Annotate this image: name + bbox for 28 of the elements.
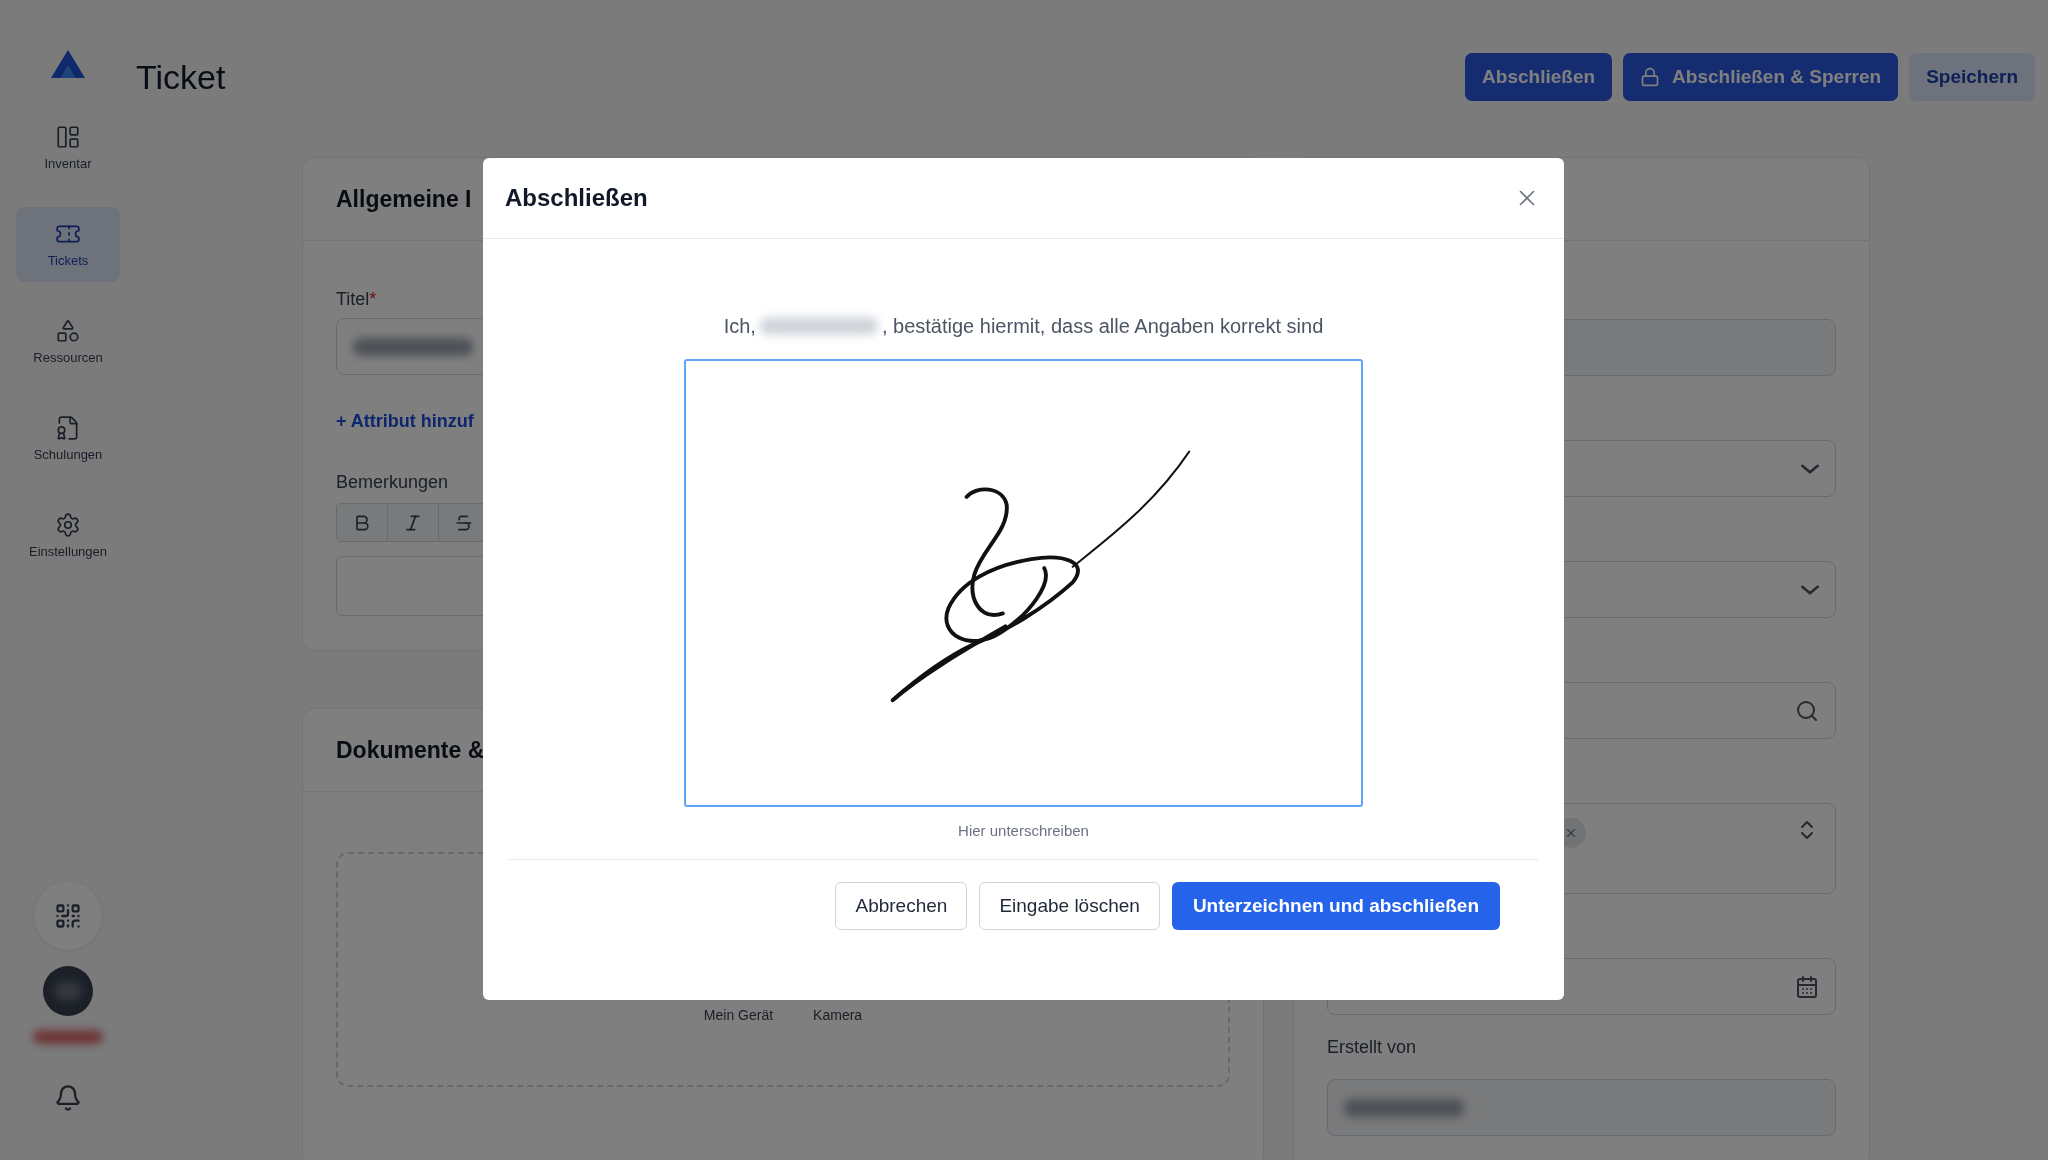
sidebar-label: Tickets — [47, 253, 89, 268]
statement-text: Ich, — [723, 314, 756, 338]
sign-button[interactable]: Unterzeichnen und abschließen — [1171, 882, 1500, 930]
signature-hint: Hier unterschreiben — [958, 822, 1089, 839]
field-label: Bemerkungen — [336, 472, 450, 493]
sidebar-label: Inventar — [44, 156, 92, 171]
dialog-button[interactable]: Abbrechen — [835, 882, 968, 930]
field-label: Erstellt von — [1327, 1036, 1417, 1058]
sidebar-item[interactable]: Inventar — [16, 110, 120, 185]
dialog-title: Abschließen — [505, 184, 648, 212]
sidebar-item[interactable]: Tickets — [16, 207, 120, 282]
upload-option[interactable]: Kamera — [813, 1007, 863, 1023]
card-title: Allgemeine I — [336, 185, 472, 213]
sidebar-item[interactable]: Ressourcen — [16, 304, 120, 379]
sidebar-label: Einstellungen — [28, 544, 108, 559]
card-title: Dokumente & — [336, 736, 485, 764]
dialog-button[interactable]: Eingabe löschen — [979, 882, 1160, 930]
sidebar-label: Schulungen — [33, 447, 103, 462]
lock-button[interactable]: Abschließen & Sperren — [1623, 53, 1899, 101]
upload-option[interactable]: Mein Gerät — [703, 1007, 774, 1023]
complete-button[interactable]: Abschließen — [1465, 53, 1613, 101]
sidebar-label: Ressourcen — [33, 350, 103, 365]
statement-text: , bestätige hiermit, dass alle Angaben korrekt sind — [881, 314, 1324, 338]
field-label: Titel* — [336, 289, 378, 310]
sidebar-item[interactable]: Schulungen — [16, 401, 120, 476]
sidebar-item[interactable]: Einstellungen — [16, 498, 120, 573]
page-title: Ticket — [136, 57, 227, 97]
save-button[interactable]: Speichern — [1909, 53, 2035, 101]
